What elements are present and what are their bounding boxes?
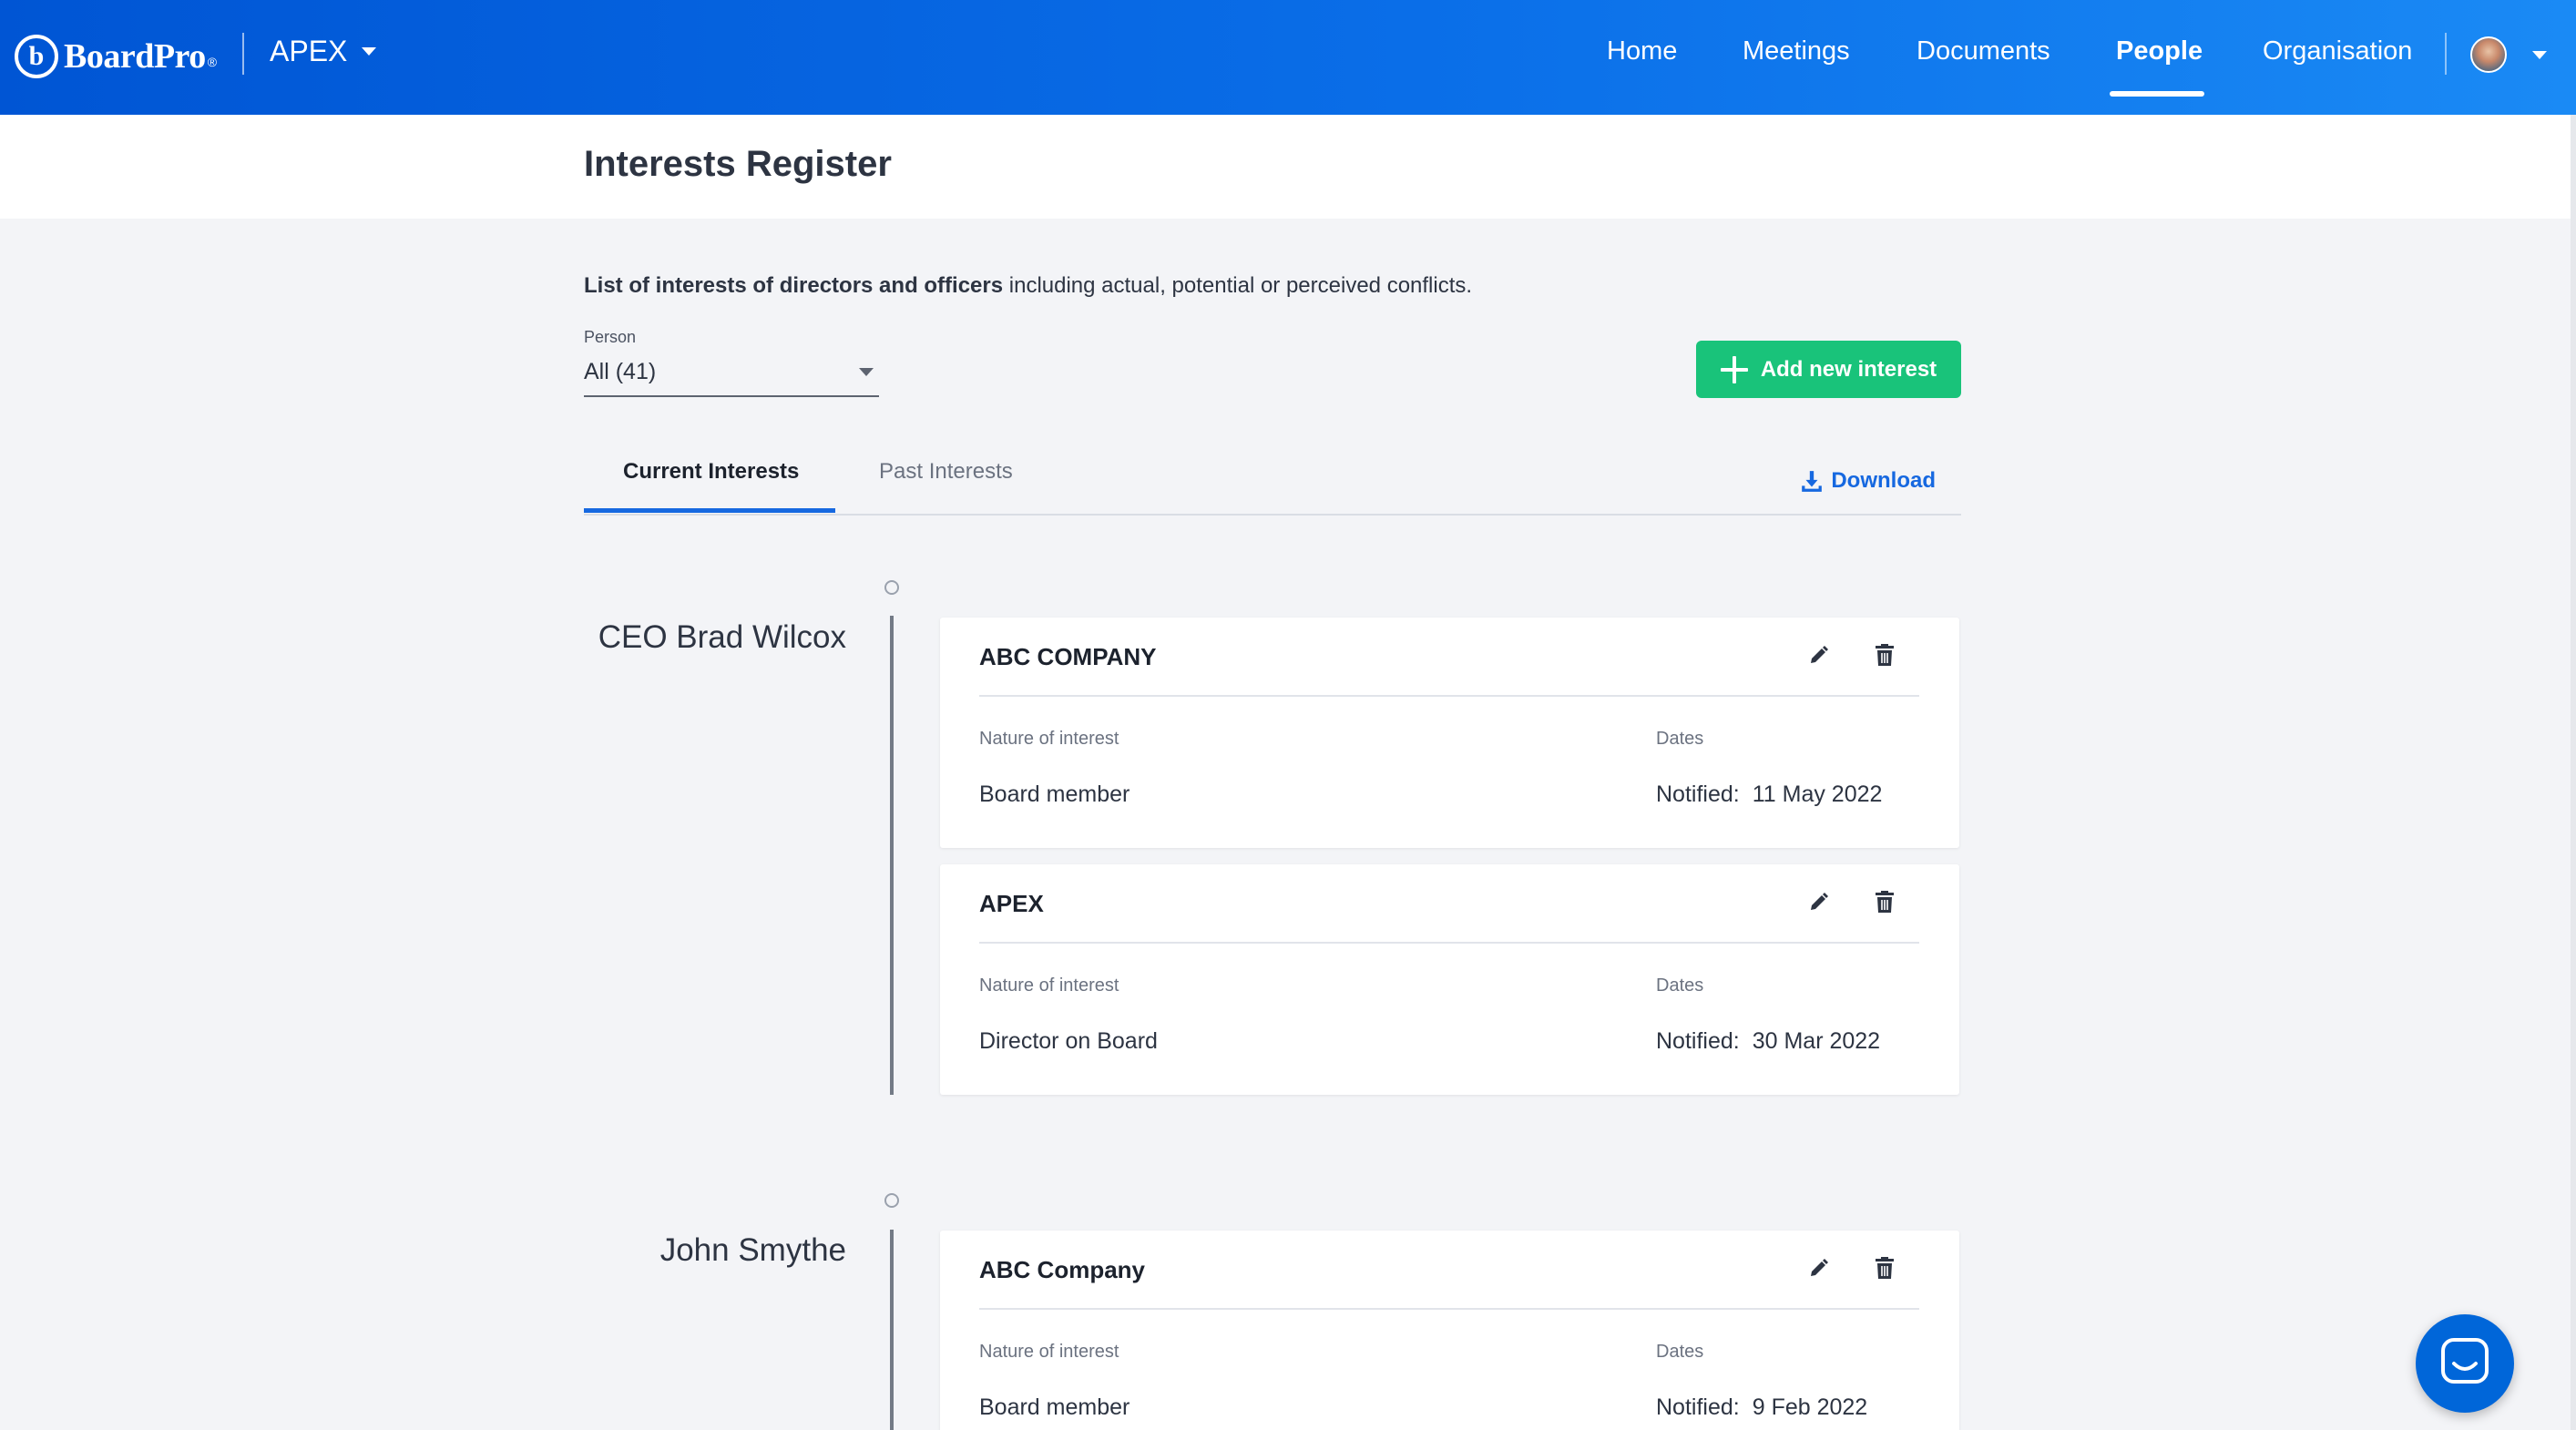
interest-company: ABC COMPANY	[979, 643, 1157, 670]
chat-launcher-button[interactable]	[2416, 1314, 2514, 1413]
person-name: John Smythe	[659, 1232, 846, 1268]
notified-value: 9 Feb 2022	[1752, 1394, 1868, 1420]
nav-organisation[interactable]: Organisation	[2263, 36, 2412, 66]
notified-date: Notified: 30 Mar 2022	[1656, 1028, 1880, 1055]
notified-label: Notified:	[1656, 1394, 1740, 1420]
logo-mark: b	[15, 35, 58, 78]
logo-trademark: ®	[207, 55, 218, 69]
interest-card: ABC Company Nature of interest Dates Boa…	[940, 1231, 1959, 1430]
download-label: Download	[1831, 468, 1936, 493]
card-actions	[1808, 643, 1896, 667]
person-name: CEO Brad Wilcox	[598, 619, 846, 655]
card-actions	[1808, 1256, 1896, 1280]
timeline-node	[884, 1193, 899, 1208]
person-filter-select[interactable]: All (41)	[584, 353, 879, 397]
tab-past-interests[interactable]: Past Interests	[879, 459, 1013, 485]
notified-label: Notified:	[1656, 1028, 1740, 1054]
interest-card: APEX Nature of interest Dates Director o…	[940, 864, 1959, 1095]
interest-company: ABC Company	[979, 1256, 1146, 1283]
card-separator	[979, 695, 1919, 697]
nature-value: Board member	[979, 781, 1130, 807]
edit-icon[interactable]	[1808, 643, 1830, 667]
nature-label: Nature of interest	[979, 1342, 1119, 1362]
card-separator	[979, 942, 1919, 944]
top-nav-bar: b BoardPro ® APEX Home Meetings Document…	[0, 0, 2576, 115]
tab-current-interests[interactable]: Current Interests	[623, 459, 799, 485]
description-bold: List of interests of directors and offic…	[584, 273, 1004, 298]
nature-value: Board member	[979, 1394, 1130, 1420]
notified-date: Notified: 9 Feb 2022	[1656, 1394, 1867, 1421]
timeline-line	[890, 616, 894, 1095]
edit-icon[interactable]	[1808, 1256, 1830, 1280]
tab-active-indicator	[584, 508, 835, 513]
download-icon	[1802, 471, 1823, 492]
org-name: APEX	[270, 35, 348, 67]
card-separator	[979, 1308, 1919, 1310]
person-filter-label: Person	[584, 328, 637, 346]
nav-people[interactable]: People	[2116, 36, 2203, 66]
nav-meetings[interactable]: Meetings	[1743, 36, 1850, 66]
boardpro-logo[interactable]: b BoardPro ®	[15, 31, 217, 82]
interest-card: ABC COMPANY Nature of interest Dates Boa…	[940, 618, 1959, 848]
notified-date: Notified: 11 May 2022	[1656, 781, 1882, 808]
nav-documents[interactable]: Documents	[1917, 36, 2050, 66]
interest-tabs: Current Interests Past Interests Downloa…	[584, 446, 1961, 516]
trash-icon[interactable]	[1874, 643, 1896, 667]
timeline-node	[884, 580, 899, 595]
interest-company: APEX	[979, 890, 1044, 917]
page-description: List of interests of directors and offic…	[584, 273, 1472, 299]
edit-icon[interactable]	[1808, 890, 1830, 914]
logo-text: BoardPro	[64, 37, 206, 76]
timeline-line	[890, 1230, 894, 1430]
chat-icon	[2441, 1338, 2489, 1384]
page-header	[0, 115, 2576, 219]
page-title: Interests Register	[584, 144, 892, 184]
notified-label: Notified:	[1656, 781, 1740, 807]
dates-label: Dates	[1656, 975, 1704, 996]
nature-label: Nature of interest	[979, 729, 1119, 749]
add-new-interest-label: Add new interest	[1760, 356, 1937, 382]
chevron-down-icon	[362, 47, 377, 56]
nav-divider	[2445, 33, 2447, 75]
nature-label: Nature of interest	[979, 975, 1119, 996]
org-switcher[interactable]: APEX	[270, 35, 377, 68]
chevron-down-icon[interactable]	[2532, 51, 2547, 59]
person-filter-value: All (41)	[584, 359, 657, 384]
nav-divider	[242, 33, 244, 75]
scrollbar-track[interactable]	[2571, 115, 2576, 1430]
dates-label: Dates	[1656, 1342, 1704, 1362]
chevron-down-icon	[859, 368, 874, 376]
add-new-interest-button[interactable]: Add new interest	[1696, 341, 1961, 398]
plus-icon	[1720, 355, 1748, 383]
user-avatar[interactable]	[2470, 36, 2507, 73]
nav-active-indicator	[2110, 91, 2204, 97]
card-actions	[1808, 890, 1896, 914]
notified-value: 11 May 2022	[1752, 781, 1883, 807]
nature-value: Director on Board	[979, 1028, 1158, 1054]
download-link[interactable]: Download	[1800, 468, 1936, 494]
trash-icon[interactable]	[1874, 890, 1896, 914]
nav-home[interactable]: Home	[1607, 36, 1677, 66]
trash-icon[interactable]	[1874, 1256, 1896, 1280]
description-rest: including actual, potential or perceived…	[1003, 273, 1473, 298]
notified-value: 30 Mar 2022	[1752, 1028, 1881, 1054]
dates-label: Dates	[1656, 729, 1704, 749]
